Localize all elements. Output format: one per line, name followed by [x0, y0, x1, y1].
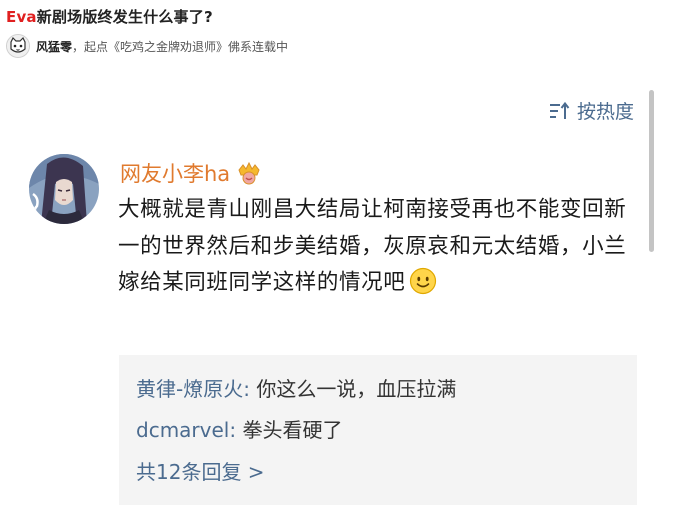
reply-item[interactable]: dcmarvel: 拳头看硬了 [136, 414, 342, 443]
smile-emoji-icon [410, 267, 437, 295]
question-title[interactable]: Eva新剧场版终发生什么事了? [6, 6, 213, 27]
view-all-replies-link[interactable]: 共12条回复 > [136, 456, 265, 485]
reply-text: 拳头看硬了 [242, 418, 343, 442]
commenter-name: 网友小李ha [120, 162, 231, 186]
reply-text: 你这么一说，血压拉满 [256, 377, 457, 401]
author-name[interactable]: 风猛零 [36, 38, 72, 55]
crown-badge-icon [238, 161, 260, 185]
author-avatar[interactable] [6, 34, 30, 58]
sort-by-hot-button[interactable]: 按热度 [549, 97, 634, 124]
sort-icon [549, 101, 570, 119]
reply-author[interactable]: dcmarvel [136, 418, 229, 442]
reply-author[interactable]: 黄律-燎原火 [136, 377, 243, 401]
author-description: ，起点《吃鸡之金牌劝退师》佛系连载中 [72, 39, 289, 54]
anime-character-avatar-icon [29, 154, 99, 224]
reply-separator: : [229, 418, 243, 442]
commenter-avatar[interactable] [29, 154, 99, 224]
comment-text: 大概就是青山刚昌大结局让柯南接受再也不能变回新一的世界然后和步美结婚，灰原哀和元… [118, 192, 638, 302]
commenter-username[interactable]: 网友小李ha [120, 158, 262, 188]
answer-author-row: 风猛零 ，起点《吃鸡之金牌劝退师》佛系连载中 [6, 33, 288, 59]
reply-item[interactable]: 黄律-燎原火: 你这么一说，血压拉满 [136, 373, 456, 402]
sort-label: 按热度 [576, 101, 634, 123]
question-title-text: 新剧场版终发生什么事了? [36, 8, 213, 26]
comment-screenshot: 按热度 网友小李ha 大概就是青山刚昌大结局让柯南接受再也不能变回新一的世界然后… [0, 62, 676, 509]
cat-face-icon [7, 35, 29, 57]
scrollbar[interactable] [649, 90, 654, 252]
question-title-highlight: Eva [6, 8, 37, 26]
reply-separator: : [243, 377, 257, 401]
reply-thread: 黄律-燎原火: 你这么一说，血压拉满 dcmarvel: 拳头看硬了 共12条回… [119, 355, 637, 505]
comment-text-content: 大概就是青山刚昌大结局让柯南接受再也不能变回新一的世界然后和步美结婚，灰原哀和元… [118, 197, 627, 295]
